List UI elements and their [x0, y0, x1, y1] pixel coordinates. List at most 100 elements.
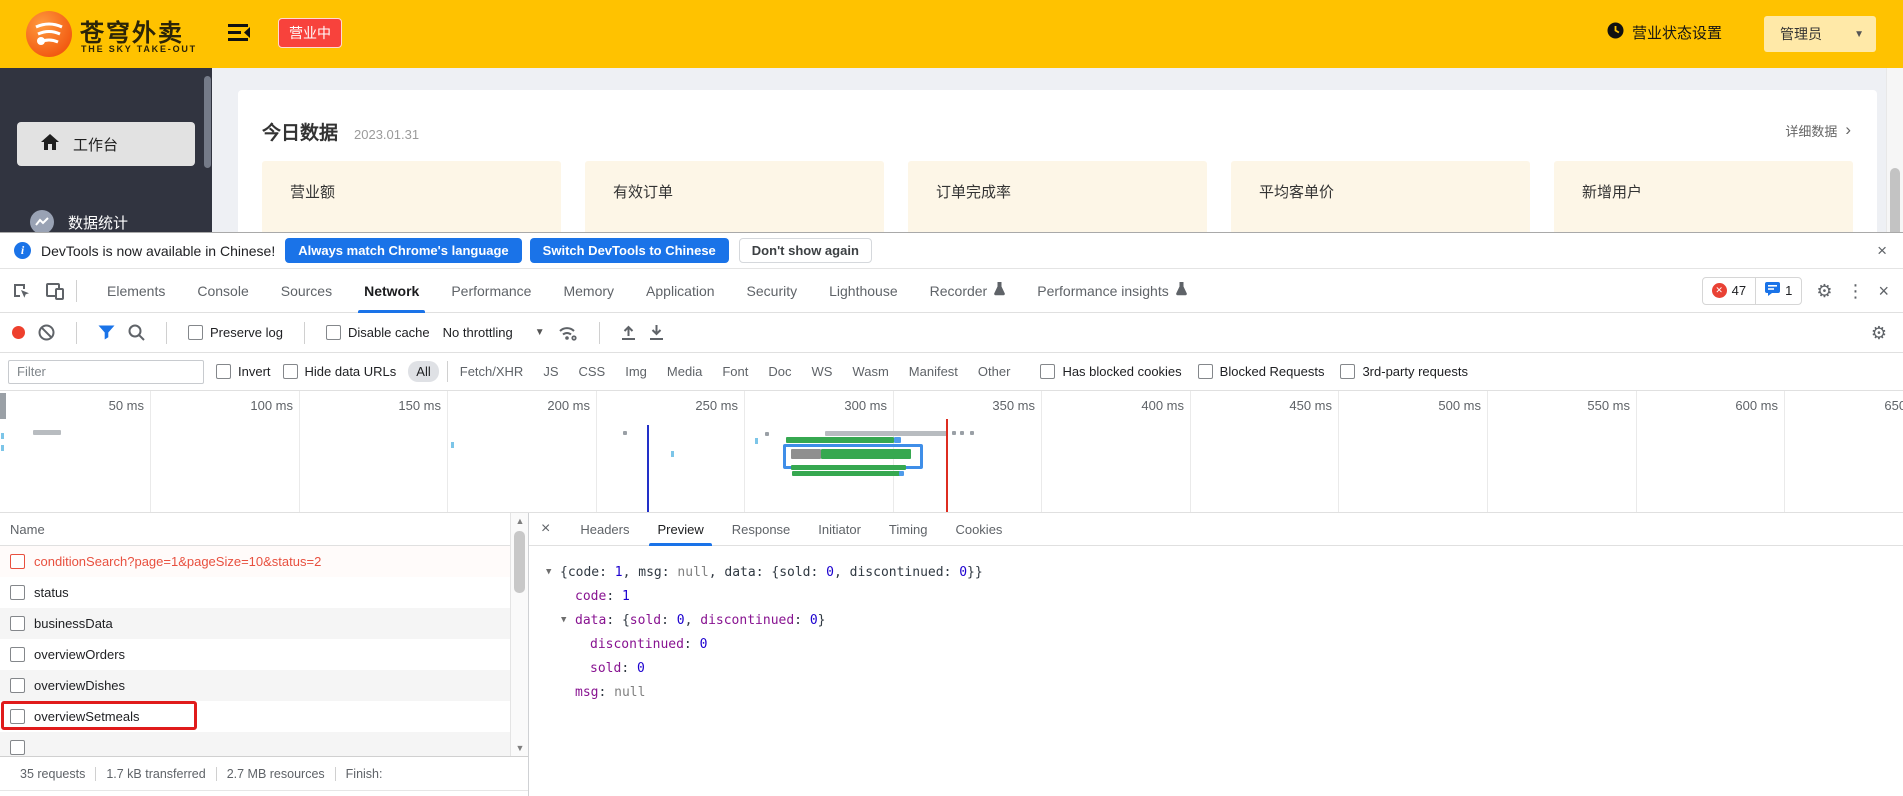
throttling-dropdown[interactable]: No throttling ▼	[443, 325, 545, 340]
settings-gear-icon[interactable]: ⚙	[1816, 282, 1832, 300]
sidebar-collapse-icon[interactable]	[228, 23, 252, 43]
devtools-tab[interactable]: Sources	[265, 269, 348, 313]
network-conditions-icon[interactable]	[558, 325, 578, 341]
detail-data-link[interactable]: 详细数据 ›	[1785, 120, 1851, 140]
requests-scrollbar[interactable]: ▲ ▼	[510, 513, 528, 756]
name-column-header[interactable]: Name	[0, 513, 510, 546]
checkbox[interactable]	[188, 325, 203, 340]
request-type-pill[interactable]: Font	[714, 361, 756, 382]
network-settings-gear-icon[interactable]: ⚙	[1871, 324, 1887, 342]
devtools-tab[interactable]: Network	[348, 269, 435, 313]
devtools-tab[interactable]: Memory	[547, 269, 630, 313]
page-scrollbar-thumb[interactable]	[1890, 168, 1900, 232]
preserve-log-checkbox[interactable]: Preserve log	[188, 325, 283, 340]
infobar-primary-button[interactable]: Switch DevTools to Chinese	[529, 238, 729, 263]
request-type-pill[interactable]: Img	[617, 361, 655, 382]
json-line[interactable]: sold: 0	[576, 656, 1903, 680]
checkbox[interactable]	[325, 325, 341, 340]
json-line[interactable]: discontinued: 0	[576, 632, 1903, 656]
devtools-tab[interactable]: Performance	[435, 269, 547, 313]
request-checkbox[interactable]	[10, 740, 25, 755]
devtools-tab[interactable]: Console	[181, 269, 264, 313]
details-tab[interactable]: Timing	[875, 513, 942, 546]
tree-expand-icon[interactable]: ▼	[546, 567, 560, 577]
request-type-pill[interactable]: Wasm	[844, 361, 896, 382]
network-overview-timeline[interactable]: 50 ms 100 ms 150 ms 200 ms 250 ms 300 ms…	[0, 391, 1903, 513]
details-tab[interactable]: Initiator	[804, 513, 875, 546]
request-checkbox[interactable]	[10, 709, 25, 724]
invert-checkbox[interactable]: Invert	[216, 364, 271, 379]
request-type-pill[interactable]: Media	[659, 361, 710, 382]
request-type-pill[interactable]: Other	[970, 361, 1019, 382]
request-row[interactable]: overviewDishes	[0, 670, 510, 701]
request-checkbox[interactable]	[10, 585, 25, 600]
checkbox[interactable]	[1197, 364, 1213, 379]
tree-expand-icon[interactable]: ▼	[561, 615, 575, 625]
request-checkbox[interactable]	[10, 678, 25, 693]
infobar-close-icon[interactable]: ×	[1877, 241, 1887, 261]
request-checkbox[interactable]	[10, 616, 25, 631]
requests-scrollbar-thumb[interactable]	[514, 531, 525, 593]
devtools-tab[interactable]: Lighthouse	[813, 269, 914, 313]
user-menu[interactable]: 管理员 ▼	[1764, 16, 1876, 52]
devtools-tab[interactable]: Application	[630, 269, 731, 313]
json-line[interactable]: msg: null	[561, 680, 1903, 704]
search-icon[interactable]	[128, 324, 145, 341]
error-count-badge[interactable]: ✕ 47	[1703, 278, 1755, 304]
scroll-up-icon[interactable]: ▲	[513, 516, 527, 526]
page-scrollbar[interactable]	[1886, 68, 1903, 232]
checkbox[interactable]	[216, 364, 231, 379]
request-row[interactable]: overviewSetmeals	[0, 701, 510, 732]
filter-input[interactable]	[8, 359, 204, 384]
dont-show-again-button[interactable]: Don't show again	[738, 238, 872, 263]
checkbox[interactable]	[1040, 364, 1056, 379]
details-tab[interactable]: Preview	[643, 513, 717, 546]
export-har-icon[interactable]	[649, 324, 664, 341]
details-close-icon[interactable]: ×	[541, 520, 550, 538]
request-row[interactable]: status	[0, 577, 510, 608]
devtools-tab[interactable]: Security	[731, 269, 814, 313]
import-har-icon[interactable]	[621, 325, 636, 341]
devtools-tab[interactable]: Recorder	[914, 269, 1022, 313]
request-type-pill[interactable]: CSS	[571, 361, 614, 382]
devtools-tab[interactable]: Performance insights	[1021, 269, 1203, 313]
request-checkbox[interactable]	[10, 647, 25, 662]
extra-filter-checkbox[interactable]: Has blocked cookies	[1040, 364, 1182, 379]
more-options-icon[interactable]: ⋮	[1846, 282, 1864, 300]
json-line[interactable]: code: 1	[561, 584, 1903, 608]
request-row[interactable]: conditionSearch?page=1&pageSize=10&statu…	[0, 546, 510, 577]
clear-icon[interactable]	[38, 324, 55, 341]
json-line[interactable]: ▼ data: {sold: 0, discontinued: 0}	[561, 608, 1903, 632]
scroll-down-icon[interactable]: ▼	[513, 743, 527, 753]
device-toolbar-icon[interactable]	[42, 278, 68, 304]
checkbox[interactable]	[282, 364, 298, 379]
request-row[interactable]: overviewOrders	[0, 639, 510, 670]
devtools-tab[interactable]: Elements	[91, 269, 181, 313]
request-checkbox[interactable]	[10, 554, 25, 569]
details-tab[interactable]: Headers	[566, 513, 643, 546]
disable-cache-checkbox[interactable]: Disable cache	[325, 325, 430, 340]
sidebar-item-statistics[interactable]: 数据统计	[0, 200, 212, 232]
request-row[interactable]	[0, 732, 510, 756]
extra-filter-checkbox[interactable]: Blocked Requests	[1197, 364, 1324, 379]
sidebar-item-workbench[interactable]: 工作台	[17, 122, 195, 166]
json-line[interactable]: ▼ {code: 1, msg: null, data: {sold: 0, d…	[546, 560, 1903, 584]
request-row[interactable]: businessData	[0, 608, 510, 639]
business-status-button[interactable]: 营业状态设置	[1607, 22, 1722, 43]
request-type-pill[interactable]: WS	[803, 361, 840, 382]
sidebar-scrollbar-thumb[interactable]	[204, 76, 211, 168]
checkbox[interactable]	[1340, 364, 1356, 379]
issues-badge[interactable]: 1	[1755, 277, 1801, 304]
details-tab[interactable]: Response	[718, 513, 805, 546]
filter-funnel-icon[interactable]	[98, 325, 115, 340]
record-button[interactable]	[12, 326, 25, 339]
inspect-element-icon[interactable]	[8, 278, 34, 304]
infobar-primary-button[interactable]: Always match Chrome's language	[285, 238, 522, 263]
extra-filter-checkbox[interactable]: 3rd-party requests	[1340, 364, 1468, 379]
request-type-pill[interactable]: Doc	[760, 361, 799, 382]
request-type-pill[interactable]: All	[408, 361, 439, 382]
devtools-close-icon[interactable]: ×	[1878, 282, 1889, 300]
hide-data-urls-checkbox[interactable]: Hide data URLs	[282, 364, 396, 379]
request-type-pill[interactable]: Fetch/XHR	[446, 361, 532, 382]
request-type-pill[interactable]: JS	[535, 361, 566, 382]
